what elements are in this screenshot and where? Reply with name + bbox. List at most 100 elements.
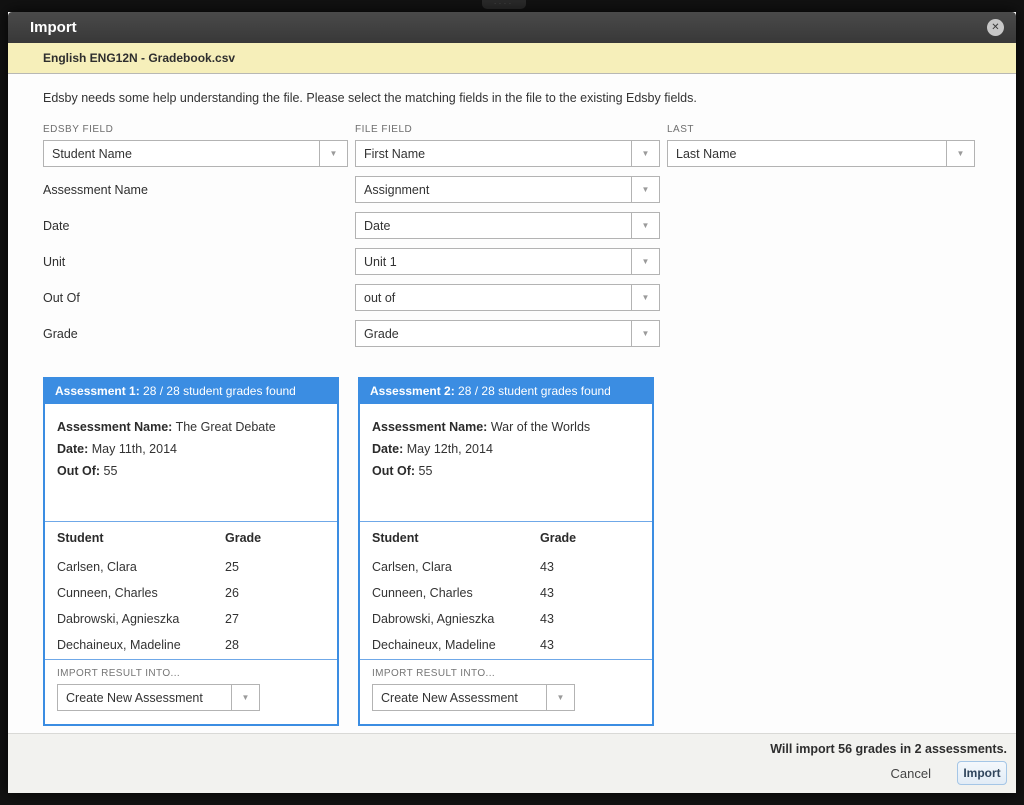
student-column-header: Student <box>372 531 540 545</box>
footer-actions: Cancel Import <box>8 761 1007 785</box>
student-grades-table: Student Grade Carlsen, Clara 25 Cunneen,… <box>45 522 337 659</box>
dialog-title: Import <box>30 19 77 36</box>
chevron-down-icon: ▼ <box>631 213 659 238</box>
mapping-column-headers: EDSBY FIELD FILE FIELD LAST <box>43 124 983 135</box>
import-dialog: Import ✕ English ENG12N - Gradebook.csv … <box>8 12 1016 793</box>
edsby-field-column-header: EDSBY FIELD <box>43 124 355 135</box>
assessment-card-header: Assessment 2: 28 / 28 student grades fou… <box>360 379 652 404</box>
grades-found-text: 28 / 28 student grades found <box>140 384 296 398</box>
select-value: Grade <box>356 321 631 346</box>
file-field-unit-select[interactable]: Unit 1 ▼ <box>355 248 660 275</box>
student-name: Dabrowski, Agnieszka <box>372 612 540 626</box>
table-row: Cunneen, Charles 43 <box>372 581 640 607</box>
date-label: Date: <box>372 442 403 456</box>
import-result-into-select[interactable]: Create New Assessment ▼ <box>57 684 260 711</box>
date-value: May 12th, 2014 <box>403 442 493 456</box>
student-name: Carlsen, Clara <box>372 560 540 574</box>
assessment-name-value: War of the Worlds <box>487 420 590 434</box>
chevron-down-icon: ▼ <box>946 141 974 166</box>
grade-column-header: Grade <box>225 531 261 545</box>
table-row: Dechaineux, Madeline 43 <box>372 633 640 659</box>
select-value: Assignment <box>356 177 631 202</box>
import-result-section: IMPORT RESULT INTO... Create New Assessm… <box>45 660 337 724</box>
assessment-card-1: Assessment 1: 28 / 28 student grades fou… <box>43 377 339 726</box>
chevron-down-icon: ▼ <box>631 177 659 202</box>
import-result-into-label: IMPORT RESULT INTO... <box>372 668 640 679</box>
assessment-info: Assessment Name: War of the Worlds Date:… <box>360 404 652 521</box>
import-button[interactable]: Import <box>957 761 1007 785</box>
file-field-out-of-select[interactable]: out of ▼ <box>355 284 660 311</box>
assessment-name-label: Assessment Name: <box>57 420 172 434</box>
student-name: Dechaineux, Madeline <box>372 638 540 652</box>
table-row: Dechaineux, Madeline 28 <box>57 633 325 659</box>
select-value: Last Name <box>668 141 946 166</box>
background-page-handle: .... <box>482 0 526 9</box>
grades-found-text: 28 / 28 student grades found <box>455 384 611 398</box>
mapping-row-assessment-name: Assessment Name Assignment ▼ <box>43 176 983 203</box>
assessment-card-2: Assessment 2: 28 / 28 student grades fou… <box>358 377 654 726</box>
file-field-assessment-name-select[interactable]: Assignment ▼ <box>355 176 660 203</box>
mapping-row-student-name: Student Name ▼ First Name ▼ Last Name ▼ <box>43 140 983 167</box>
student-grade: 25 <box>225 560 239 574</box>
date-label: Date: <box>57 442 88 456</box>
instruction-text: Edsby needs some help understanding the … <box>43 91 983 105</box>
select-value: Date <box>356 213 631 238</box>
file-field-first-name-select[interactable]: First Name ▼ <box>355 140 660 167</box>
student-column-header: Student <box>57 531 225 545</box>
dialog-content: Edsby needs some help understanding the … <box>8 74 1016 733</box>
select-value: Create New Assessment <box>58 685 231 710</box>
assessment-preview-cards: Assessment 1: 28 / 28 student grades fou… <box>43 377 983 726</box>
mapping-row-out-of: Out Of out of ▼ <box>43 284 983 311</box>
student-grade: 43 <box>540 586 554 600</box>
student-grade: 43 <box>540 560 554 574</box>
assessment-info: Assessment Name: The Great Debate Date: … <box>45 404 337 521</box>
mapping-row-unit: Unit Unit 1 ▼ <box>43 248 983 275</box>
student-grade: 28 <box>225 638 239 652</box>
out-of-value: 55 <box>100 464 117 478</box>
edsby-field-label: Out Of <box>43 291 355 305</box>
table-header-row: Student Grade <box>372 522 640 555</box>
date-value: May 11th, 2014 <box>88 442 177 456</box>
close-icon[interactable]: ✕ <box>987 19 1004 36</box>
table-header-row: Student Grade <box>57 522 325 555</box>
assessment-number-label: Assessment 2: <box>370 384 455 398</box>
table-row: Dabrowski, Agnieszka 43 <box>372 607 640 633</box>
chevron-down-icon: ▼ <box>319 141 347 166</box>
file-banner-label: English ENG12N - Gradebook.csv <box>43 51 235 65</box>
file-field-grade-select[interactable]: Grade ▼ <box>355 320 660 347</box>
select-value: out of <box>356 285 631 310</box>
edsby-field-student-name-select[interactable]: Student Name ▼ <box>43 140 348 167</box>
mapping-row-grade: Grade Grade ▼ <box>43 320 983 347</box>
assessment-name-value: The Great Debate <box>172 420 275 434</box>
dialog-footer: Will import 56 grades in 2 assessments. … <box>8 733 1016 793</box>
cancel-button[interactable]: Cancel <box>891 766 931 781</box>
table-row: Carlsen, Clara 25 <box>57 555 325 581</box>
chevron-down-icon: ▼ <box>546 685 574 710</box>
edsby-field-label: Assessment Name <box>43 183 355 197</box>
assessment-card-header: Assessment 1: 28 / 28 student grades fou… <box>45 379 337 404</box>
table-row: Dabrowski, Agnieszka 27 <box>57 607 325 633</box>
assessment-number-label: Assessment 1: <box>55 384 140 398</box>
grade-column-header: Grade <box>540 531 576 545</box>
dialog-titlebar: Import ✕ <box>8 12 1016 43</box>
select-value: Student Name <box>44 141 319 166</box>
last-column-header: LAST <box>667 124 975 135</box>
file-banner: English ENG12N - Gradebook.csv <box>8 43 1016 74</box>
out-of-label: Out Of: <box>57 464 100 478</box>
student-name: Cunneen, Charles <box>372 586 540 600</box>
chevron-down-icon: ▼ <box>631 285 659 310</box>
table-row: Carlsen, Clara 43 <box>372 555 640 581</box>
select-value: First Name <box>356 141 631 166</box>
edsby-field-label: Grade <box>43 327 355 341</box>
file-field-last-name-select[interactable]: Last Name ▼ <box>667 140 975 167</box>
file-field-date-select[interactable]: Date ▼ <box>355 212 660 239</box>
chevron-down-icon: ▼ <box>631 321 659 346</box>
edsby-field-label: Unit <box>43 255 355 269</box>
student-grades-table: Student Grade Carlsen, Clara 43 Cunneen,… <box>360 522 652 659</box>
select-value: Create New Assessment <box>373 685 546 710</box>
student-name: Cunneen, Charles <box>57 586 225 600</box>
import-result-into-select[interactable]: Create New Assessment ▼ <box>372 684 575 711</box>
chevron-down-icon: ▼ <box>631 141 659 166</box>
out-of-value: 55 <box>415 464 432 478</box>
out-of-label: Out Of: <box>372 464 415 478</box>
